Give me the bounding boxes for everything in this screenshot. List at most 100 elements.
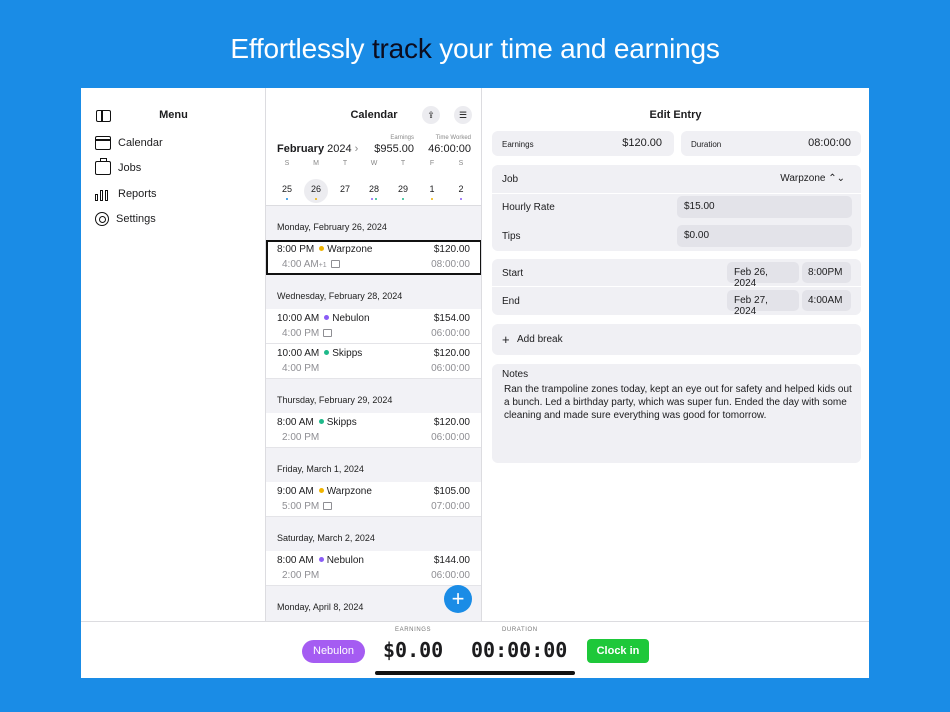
- entry-list[interactable]: Monday, February 26, 2024 8:00 PM Warpzone…: [266, 205, 481, 621]
- job-details-card: Job Warpzone ⌃⌄ Hourly Rate $15.00 Tips …: [492, 165, 861, 251]
- job-label: Job: [502, 174, 519, 185]
- add-entry-button[interactable]: +: [444, 585, 472, 613]
- earnings-card: Earnings $120.00: [492, 131, 674, 156]
- sidebar-item-reports[interactable]: Reports: [95, 187, 157, 201]
- add-break-label: Add break: [517, 334, 563, 345]
- entry-row[interactable]: 8:00 AM Skipps $120.00 2:00 PM 06:00:00: [266, 413, 481, 448]
- entry-job-name: Nebulon: [326, 555, 364, 566]
- calendar-day[interactable]: 27: [333, 179, 357, 203]
- entry-duration: 07:00:00: [431, 501, 470, 512]
- notes-label: Notes: [502, 369, 529, 380]
- month-picker[interactable]: February 2024 ›: [277, 143, 358, 155]
- entry-start-time: 10:00 AM: [277, 348, 320, 359]
- job-dot: [459, 197, 463, 200]
- edit-entry-title: Edit Entry: [649, 109, 702, 121]
- entry-end-time: 2:00 PM: [282, 570, 320, 581]
- entry-job-name: Nebulon: [332, 313, 370, 324]
- calendar-day[interactable]: 26: [304, 179, 328, 203]
- next-day-badge: +1: [318, 262, 327, 269]
- weekday-label: T: [342, 160, 348, 167]
- entry-duration: 06:00:00: [431, 570, 470, 581]
- notes-text[interactable]: Ran the trampoline zones today, kept an …: [504, 383, 854, 422]
- entry-row[interactable]: 8:00 AM Nebulon $144.00 2:00 PM 06:00:00: [266, 551, 481, 586]
- entry-row[interactable]: 8:00 PM Warpzone $120.00 4:00 AM+1 08:00:00: [266, 240, 481, 275]
- start-time-picker[interactable]: 8:00PM: [802, 262, 851, 283]
- calendar-day[interactable]: 29: [391, 179, 415, 203]
- day-number: 1: [429, 184, 435, 194]
- sidebar-item-label: Reports: [118, 188, 157, 200]
- briefcase-icon: [95, 158, 111, 175]
- headline: Effortlessly track your time and earning…: [0, 33, 950, 65]
- entry-job-name: Warpzone: [326, 486, 372, 497]
- ipad-screen: Menu Calendar Jobs Reports Settings Cale…: [81, 88, 869, 678]
- day-number: 26: [310, 184, 321, 194]
- job-pill-button[interactable]: Nebulon: [302, 640, 365, 663]
- start-date-picker[interactable]: Feb 26, 2024: [727, 262, 799, 289]
- entry-job-name: Skipps: [332, 348, 363, 359]
- time-range-card: Start Feb 26, 2024 8:00PM End Feb 27, 20…: [492, 259, 861, 317]
- start-label: Start: [502, 268, 524, 279]
- entry-end: 4:00 AM+1: [282, 259, 340, 270]
- entry-row[interactable]: 9:00 AM Warpzone $105.00 5:00 PM 07:00:00: [266, 482, 481, 517]
- earnings-label: EARNINGS: [395, 627, 432, 633]
- entry-start: 8:00 AM Skipps: [277, 417, 357, 428]
- entry-row[interactable]: 10:00 AM Skipps $120.00 4:00 PM 06:00:00: [266, 344, 481, 379]
- hourly-rate-input[interactable]: $15.00: [677, 196, 852, 218]
- time-worked-label: Time Worked: [435, 135, 471, 141]
- clock-in-button[interactable]: Clock in: [587, 639, 649, 663]
- job-dot: [285, 197, 289, 200]
- entry-start: 8:00 AM Nebulon: [277, 555, 364, 566]
- entry-duration: 06:00:00: [431, 328, 470, 339]
- sidebar-item-label: Settings: [116, 213, 156, 225]
- entry-amount: $120.00: [433, 244, 470, 255]
- calendar-day[interactable]: 25: [275, 179, 299, 203]
- notes-card[interactable]: Notes Ran the trampoline zones today, ke…: [492, 364, 861, 463]
- duration-card-value: 08:00:00: [808, 137, 851, 149]
- end-date-picker[interactable]: Feb 27, 2024: [727, 290, 799, 317]
- entry-row[interactable]: 10:00 AM Nebulon $154.00 4:00 PM 06:00:00: [266, 309, 481, 344]
- job-color-dot: [318, 488, 324, 494]
- share-button[interactable]: ⇪: [422, 106, 440, 124]
- day-dots: [391, 197, 415, 200]
- calendar-day[interactable]: 2: [449, 179, 473, 203]
- cup-icon: [323, 502, 333, 510]
- entry-job-name: Warpzone: [327, 244, 373, 255]
- calendar-day[interactable]: 28: [362, 179, 386, 203]
- entry-end-time: 2:00 PM: [282, 432, 320, 443]
- entry-amount: $144.00: [433, 555, 470, 566]
- add-break-button[interactable]: + Add break: [492, 324, 861, 355]
- entry-start-time: 8:00 PM: [277, 244, 315, 255]
- earnings-stat: Earnings $955.00: [374, 135, 414, 155]
- calendar-day[interactable]: 1: [420, 179, 444, 203]
- entry-end: 5:00 PM: [282, 501, 333, 512]
- day-number: 2: [458, 184, 464, 194]
- divider: [492, 193, 861, 194]
- tips-input[interactable]: $0.00: [677, 225, 852, 247]
- entry-end: 2:00 PM: [282, 570, 319, 581]
- end-time-picker[interactable]: 4:00AM: [802, 290, 851, 311]
- note-icon: [330, 260, 340, 268]
- time-worked-stat: Time Worked 46:00:00: [416, 135, 471, 155]
- entry-duration: 08:00:00: [431, 259, 470, 270]
- bar-chart-icon: [95, 187, 111, 201]
- sidebar-item-calendar[interactable]: Calendar: [95, 136, 163, 150]
- day-dots: [362, 197, 386, 200]
- time-worked-value: 46:00:00: [428, 143, 471, 155]
- job-dot: [430, 197, 434, 200]
- earnings-card-value: $120.00: [622, 137, 662, 149]
- day-dots: [449, 197, 473, 200]
- entry-start: 10:00 AM Nebulon: [277, 313, 370, 324]
- weekday-label: S: [284, 160, 290, 167]
- day-number: 25: [281, 184, 292, 194]
- sidebar-item-jobs[interactable]: Jobs: [95, 158, 141, 175]
- sidebar-item-settings[interactable]: Settings: [95, 212, 156, 226]
- job-color-dot: [318, 419, 324, 425]
- job-select[interactable]: Warpzone ⌃⌄: [780, 173, 845, 184]
- entry-amount: $120.00: [433, 417, 470, 428]
- calendar-title: Calendar: [350, 109, 398, 121]
- month-year: 2024: [327, 143, 352, 155]
- weekday-label: W: [370, 160, 378, 167]
- filter-button[interactable]: ☰: [454, 106, 472, 124]
- entry-start-time: 9:00 AM: [277, 486, 314, 497]
- plus-icon: +: [502, 332, 510, 347]
